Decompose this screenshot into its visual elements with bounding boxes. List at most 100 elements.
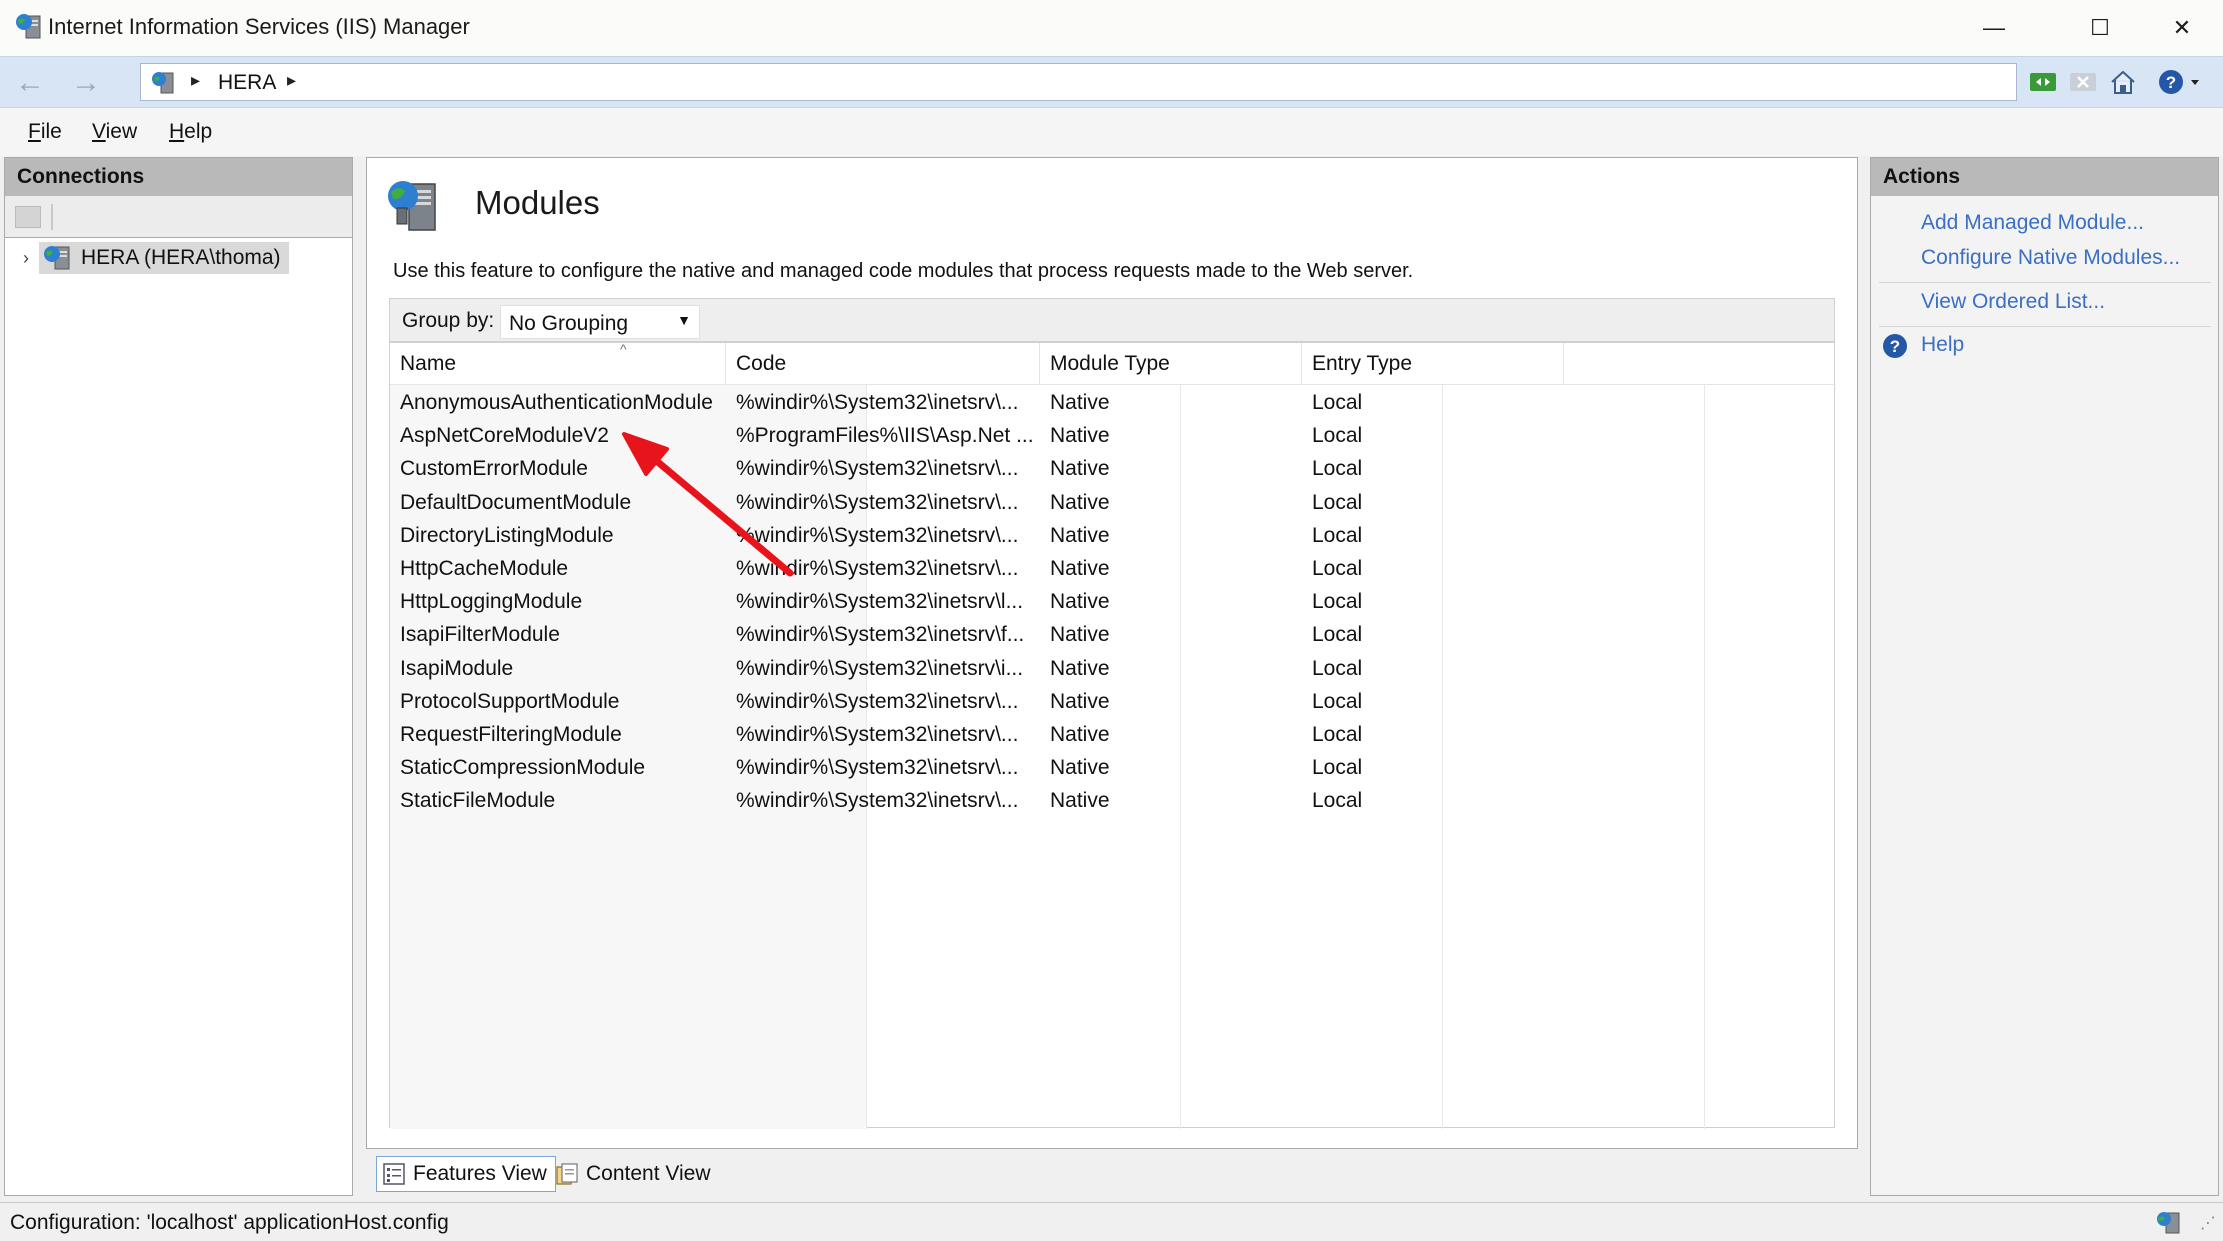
table-row[interactable]: ProtocolSupportModule %windir%\System32\i…: [390, 685, 1836, 718]
cell-code: %windir%\System32\inetsrv\l...: [736, 590, 1023, 614]
svg-text:?: ?: [1890, 337, 1900, 356]
help-icon[interactable]: ?: [1881, 332, 1909, 360]
refresh-connection-icon[interactable]: [2027, 67, 2059, 97]
column-header-module-type[interactable]: Module Type: [1040, 343, 1302, 385]
back-arrow-icon[interactable]: ←: [10, 63, 50, 103]
cell-name: ProtocolSupportModule: [400, 690, 619, 714]
cell-module-type: Native: [1050, 756, 1110, 780]
cell-name: HttpCacheModule: [400, 557, 568, 581]
table-row[interactable]: StaticFileModule %windir%\System32\inetsr…: [390, 784, 1836, 817]
menu-help[interactable]: Help: [169, 120, 212, 144]
connections-toolbar: [5, 196, 352, 238]
cell-entry-type: Local: [1312, 557, 1362, 581]
cell-module-type: Native: [1050, 723, 1110, 747]
features-view-icon: [381, 1161, 407, 1187]
table-row[interactable]: IsapiModule%windir%\System32\inetsrv\i..…: [390, 652, 1836, 685]
cell-module-type: Native: [1050, 557, 1110, 581]
tree-node-label: HERA (HERA\thoma): [81, 246, 281, 270]
cell-entry-type: Local: [1312, 391, 1362, 415]
minimize-button[interactable]: —: [1953, 0, 2035, 56]
cell-entry-type: Local: [1312, 524, 1362, 548]
tab-features-view[interactable]: Features View: [376, 1156, 556, 1192]
modules-list: Name ^ Code Module Type Entry Type Anony…: [389, 342, 1835, 1128]
cell-code: %windir%\System32\inetsrv\...: [736, 756, 1018, 780]
connections-panel: Connections › HERA (HERA\thoma): [4, 157, 353, 1196]
cell-entry-type: Local: [1312, 457, 1362, 481]
close-button[interactable]: ✕: [2141, 0, 2223, 56]
cell-code: %windir%\System32\inetsrv\...: [736, 789, 1018, 813]
table-row[interactable]: DirectoryListingModule %windir%\System32\…: [390, 519, 1836, 552]
features-content: Modules Use this feature to configure th…: [366, 157, 1858, 1149]
server-status-icon: [2155, 1209, 2183, 1237]
tree-node-selection[interactable]: HERA (HERA\thoma): [39, 242, 289, 274]
list-header: Name ^ Code Module Type Entry Type: [390, 343, 1836, 385]
connections-header: Connections: [5, 158, 352, 196]
group-by-bar: Group by: No Grouping ▼: [389, 298, 1835, 342]
cell-code: %windir%\System32\inetsrv\...: [736, 557, 1018, 581]
maximize-button[interactable]: ☐: [2059, 0, 2141, 56]
view-tabs: Features View Content View: [366, 1152, 1858, 1192]
cell-name: AnonymousAuthenticationModule: [400, 391, 713, 415]
table-row[interactable]: RequestFilteringModule%windir%\System32\…: [390, 718, 1836, 751]
cell-entry-type: Local: [1312, 424, 1362, 448]
actions-panel: Actions Add Managed Module... Configure …: [1870, 157, 2219, 1196]
group-by-select[interactable]: No Grouping ▼: [500, 305, 700, 339]
cell-name: StaticCompressionModule: [400, 756, 645, 780]
table-row[interactable]: AnonymousAuthenticationModule%windir%\Sy…: [390, 386, 1836, 419]
dropdown-arrow-icon[interactable]: ▼: [677, 312, 691, 328]
cell-name: DirectoryListingModule: [400, 524, 614, 548]
feature-description: Use this feature to configure the native…: [393, 260, 1413, 283]
address-box[interactable]: ▸ HERA ▸: [140, 63, 2017, 101]
modules-feature-icon: [385, 176, 445, 236]
toolbar-separator: [51, 204, 53, 230]
window-title: Internet Information Services (IIS) Mana…: [48, 14, 470, 40]
chevron-right-icon[interactable]: ›: [13, 248, 39, 269]
cell-module-type: Native: [1050, 789, 1110, 813]
tab-content-view[interactable]: Content View: [550, 1156, 719, 1192]
actions-header: Actions: [1871, 158, 2218, 196]
actions-separator: [1879, 282, 2211, 283]
table-row[interactable]: IsapiFilterModule%windir%\System32\inets…: [390, 618, 1836, 651]
table-row[interactable]: CustomErrorModule%windir%\System32\inets…: [390, 452, 1836, 485]
breadcrumb-hera[interactable]: HERA: [218, 71, 276, 95]
create-connection-icon[interactable]: [15, 206, 41, 228]
column-header-code[interactable]: Code: [726, 343, 1040, 385]
cell-code: %windir%\System32\inetsrv\f...: [736, 623, 1024, 647]
cell-name: AspNetCoreModuleV2: [400, 424, 609, 448]
resize-grip-icon[interactable]: ⋰: [2200, 1213, 2217, 1233]
stop-icon[interactable]: [2067, 67, 2099, 97]
tree-node-hera[interactable]: › HERA (HERA\thoma): [13, 242, 289, 274]
cell-entry-type: Local: [1312, 723, 1362, 747]
table-row[interactable]: AspNetCoreModuleV2 %ProgramFiles%\IIS\Asp…: [390, 419, 1836, 452]
cell-entry-type: Local: [1312, 491, 1362, 515]
cell-code: %windir%\System32\inetsrv\...: [736, 524, 1018, 548]
breadcrumb-separator-icon[interactable]: ▸: [191, 70, 200, 91]
home-icon[interactable]: [2107, 67, 2139, 97]
cell-name: StaticFileModule: [400, 789, 555, 813]
menu-file[interactable]: File: [28, 120, 62, 144]
table-row[interactable]: StaticCompressionModule %windir%\System32…: [390, 751, 1836, 784]
view-ordered-list-link[interactable]: View Ordered List...: [1921, 290, 2105, 314]
table-row[interactable]: HttpCacheModule %windir%\System32\inetsrv…: [390, 552, 1836, 585]
menu-view[interactable]: View: [92, 120, 137, 144]
column-header-entry-type[interactable]: Entry Type: [1302, 343, 1564, 385]
help-link[interactable]: Help: [1921, 333, 1964, 357]
group-by-value: No Grouping: [509, 312, 628, 336]
configure-native-modules-link[interactable]: Configure Native Modules...: [1921, 246, 2180, 270]
breadcrumb-separator-icon[interactable]: ▸: [287, 70, 296, 91]
cell-name: DefaultDocumentModule: [400, 491, 631, 515]
cell-module-type: Native: [1050, 623, 1110, 647]
cell-module-type: Native: [1050, 424, 1110, 448]
cell-code: %ProgramFiles%\IIS\Asp.Net ...: [736, 424, 1034, 448]
help-dropdown-icon[interactable]: ?: [2155, 67, 2205, 97]
table-row[interactable]: DefaultDocumentModule%windir%\System32\i…: [390, 486, 1836, 519]
cell-code: %windir%\System32\inetsrv\...: [736, 457, 1018, 481]
column-header-name[interactable]: Name ^: [390, 343, 726, 385]
add-managed-module-link[interactable]: Add Managed Module...: [1921, 211, 2144, 235]
forward-arrow-icon[interactable]: →: [66, 63, 106, 103]
cell-module-type: Native: [1050, 690, 1110, 714]
cell-code: %windir%\System32\inetsrv\...: [736, 690, 1018, 714]
page-title: Modules: [475, 184, 600, 222]
sort-ascending-icon: ^: [620, 341, 627, 357]
table-row[interactable]: HttpLoggingModule%windir%\System32\inets…: [390, 585, 1836, 618]
